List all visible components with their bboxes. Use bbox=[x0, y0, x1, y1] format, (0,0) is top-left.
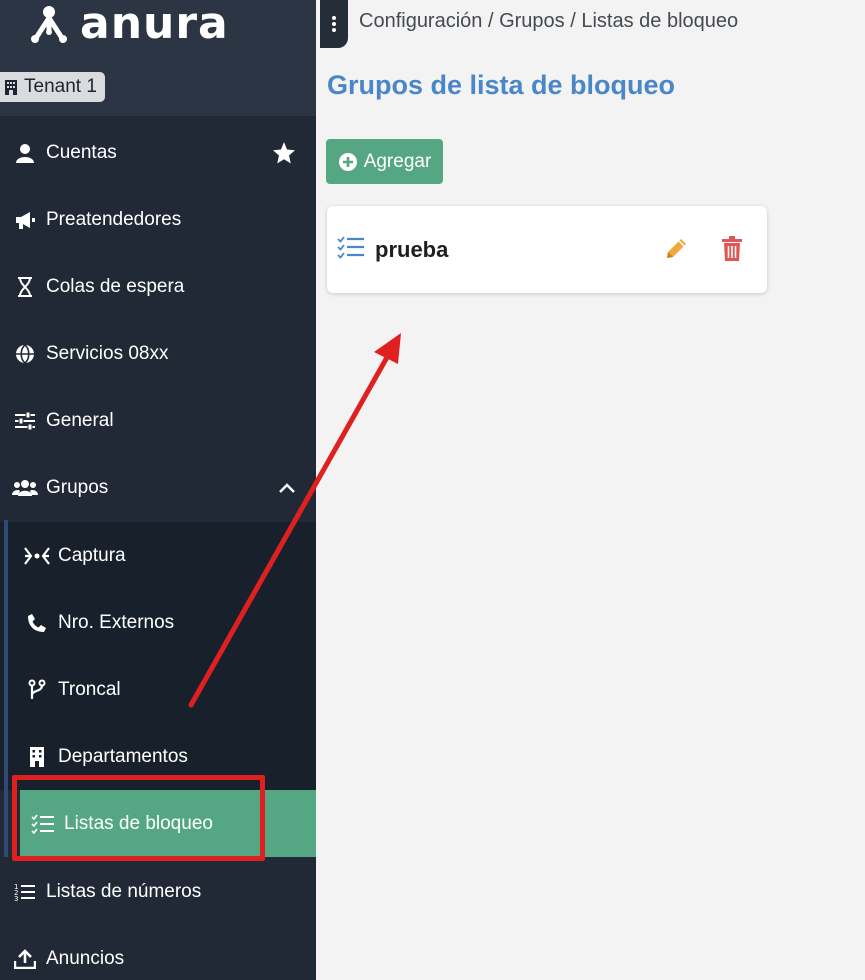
logo-icon bbox=[31, 6, 67, 43]
phone-icon bbox=[22, 608, 52, 638]
sidebar-item-colas-de-espera[interactable]: Colas de espera bbox=[0, 253, 316, 320]
hourglass-icon bbox=[10, 272, 40, 302]
star-icon[interactable] bbox=[272, 141, 296, 165]
annotation-highlight-box bbox=[12, 775, 265, 861]
svg-text:3: 3 bbox=[14, 895, 18, 902]
sidebar-item-label: Anuncios bbox=[46, 947, 125, 969]
submenu-indicator bbox=[4, 520, 8, 857]
branch-icon bbox=[22, 675, 52, 705]
sidebar-item-label: Grupos bbox=[46, 476, 109, 498]
kebab-icon bbox=[332, 14, 336, 34]
sidebar-item-label: Nro. Externos bbox=[58, 611, 175, 633]
sidebar-item-label: Captura bbox=[58, 544, 126, 566]
sidebar-item-anuncios[interactable]: Anuncios bbox=[0, 925, 316, 980]
sidebar-subitem-troncal[interactable]: Troncal bbox=[0, 656, 316, 723]
delete-icon[interactable] bbox=[717, 234, 747, 264]
building-icon bbox=[22, 742, 52, 772]
checklist-icon bbox=[337, 235, 365, 264]
sidebar-item-grupos[interactable]: Grupos bbox=[0, 454, 316, 521]
list-item[interactable]: prueba bbox=[327, 206, 767, 293]
chevron-up-icon[interactable] bbox=[278, 482, 296, 494]
sidebar-subitem-nro-externos[interactable]: Nro. Externos bbox=[0, 589, 316, 656]
building-icon bbox=[5, 80, 17, 95]
sidebar-item-label: Cuentas bbox=[46, 141, 117, 163]
upload-icon bbox=[10, 944, 40, 974]
tenant-label: Tenant 1 bbox=[24, 76, 97, 97]
sliders-icon bbox=[10, 406, 40, 436]
logo-text: anura bbox=[80, 0, 229, 49]
sidebar-item-cuentas[interactable]: Cuentas bbox=[0, 119, 316, 186]
add-button[interactable]: Agregar bbox=[326, 139, 443, 184]
numbered-list-icon: 123 bbox=[10, 877, 40, 907]
users-icon bbox=[10, 473, 40, 503]
sidebar-item-label: Colas de espera bbox=[46, 275, 185, 297]
sidebar-toggle-button[interactable] bbox=[320, 0, 348, 48]
plus-circle-icon bbox=[338, 152, 357, 171]
sidebar-item-listas-de-numeros[interactable]: 123 Listas de números bbox=[0, 858, 316, 925]
sidebar-item-label: Listas de números bbox=[46, 880, 202, 902]
sidebar-item-label: Preatendedores bbox=[46, 208, 182, 230]
sidebar-subitem-captura[interactable]: Captura bbox=[0, 522, 316, 589]
sidebar-item-general[interactable]: General bbox=[0, 387, 316, 454]
user-icon bbox=[10, 138, 40, 168]
sidebar-item-label: General bbox=[46, 409, 114, 431]
logo: anura bbox=[26, 2, 276, 46]
capture-icon bbox=[22, 541, 52, 571]
page-title: Grupos de lista de bloqueo bbox=[327, 70, 676, 100]
breadcrumb: Configuración / Grupos / Listas de bloqu… bbox=[359, 10, 739, 32]
sidebar-item-label: Servicios 08xx bbox=[46, 342, 169, 364]
tenant-badge[interactable]: Tenant 1 bbox=[0, 72, 105, 102]
add-button-label: Agregar bbox=[363, 150, 432, 172]
brand-area: anura Tenant 1 bbox=[0, 0, 316, 116]
globe-icon bbox=[10, 339, 40, 369]
sidebar-item-preatendedores[interactable]: Preatendedores bbox=[0, 186, 316, 253]
sidebar-item-label: Departamentos bbox=[58, 745, 188, 767]
edit-icon[interactable] bbox=[661, 234, 691, 264]
sidebar-item-label: Troncal bbox=[58, 678, 121, 700]
megaphone-icon bbox=[10, 205, 40, 235]
list-item-name: prueba bbox=[375, 236, 449, 262]
sidebar-item-servicios-08xx[interactable]: Servicios 08xx bbox=[0, 320, 316, 387]
